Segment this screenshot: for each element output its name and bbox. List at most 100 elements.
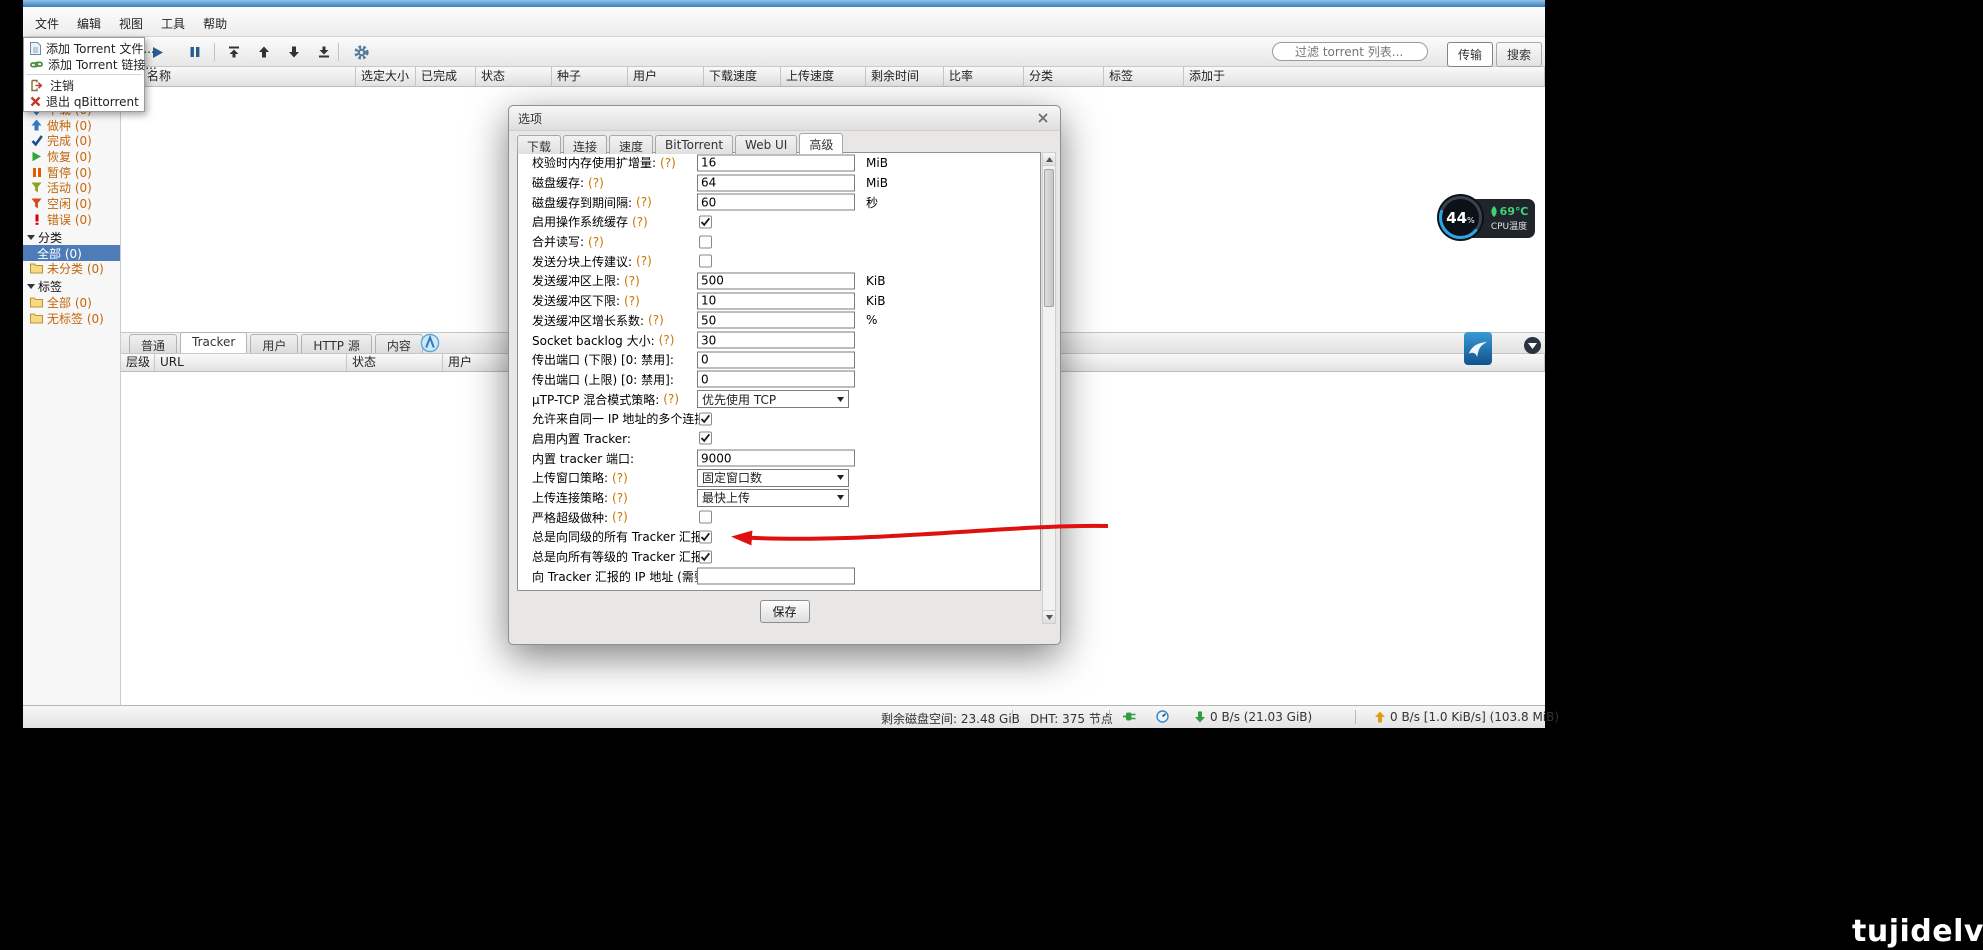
detail-tab[interactable]: 用户 [250, 334, 298, 353]
menubar-item[interactable]: 帮助 [197, 12, 233, 35]
setting-input[interactable] [697, 568, 855, 585]
menubar-item[interactable]: 编辑 [71, 12, 107, 35]
setting-input[interactable] [697, 154, 855, 171]
view-tab[interactable]: 搜索 [1496, 42, 1542, 67]
setting-checkbox[interactable] [699, 550, 712, 563]
help-link[interactable]: (?) [612, 510, 628, 524]
setting-input[interactable] [697, 332, 855, 349]
file-menu-item[interactable]: 注销 [24, 77, 144, 93]
tracker-column-header[interactable]: URL [155, 354, 347, 371]
toolbar-queue-bottom-button[interactable] [312, 41, 336, 63]
help-link[interactable]: (?) [648, 313, 664, 327]
torrent-column-header[interactable]: 标签 [1104, 67, 1184, 86]
sidebar-filter-item[interactable]: 错误 (0) [23, 212, 120, 228]
torrent-column-header[interactable]: 已完成 [416, 67, 476, 86]
setting-input[interactable] [697, 371, 855, 388]
speed-extension-icon[interactable] [1464, 332, 1492, 365]
detail-tab[interactable]: Tracker [180, 332, 247, 353]
detail-tab[interactable]: HTTP 源 [301, 334, 372, 353]
scrollbar-thumb[interactable] [1044, 169, 1054, 307]
announce-all-trackers-checkbox[interactable] [699, 530, 712, 543]
torrent-column-header[interactable]: 剩余时间 [866, 67, 944, 86]
tracker-column-header[interactable]: 层级 [121, 354, 155, 371]
setting-checkbox[interactable] [699, 412, 712, 425]
help-link[interactable]: (?) [660, 156, 676, 170]
torrent-column-header[interactable]: 分类 [1024, 67, 1104, 86]
tracker-column-header[interactable]: 状态 [347, 354, 443, 371]
help-link[interactable]: (?) [624, 294, 640, 308]
menubar-item[interactable]: 工具 [155, 12, 191, 35]
help-link[interactable]: (?) [663, 392, 679, 406]
help-link[interactable]: (?) [588, 235, 604, 249]
setting-input[interactable] [697, 292, 855, 309]
setting-input[interactable] [697, 174, 855, 191]
sidebar-filter-item[interactable]: 暂停 (0) [23, 164, 120, 180]
sidebar-filter-item[interactable]: 全部 (0) [23, 295, 120, 311]
save-button[interactable]: 保存 [759, 600, 809, 623]
dialog-tab[interactable]: 下载 [517, 135, 561, 154]
sidebar-filter-item[interactable]: 做种 (0) [23, 117, 120, 133]
view-tab[interactable]: 传输 [1447, 42, 1493, 67]
scroll-up-icon[interactable] [1043, 153, 1055, 166]
torrent-column-header[interactable]: 选定大小 [356, 67, 416, 86]
sidebar-filter-item[interactable]: 活动 (0) [23, 180, 120, 196]
setting-input[interactable] [697, 351, 855, 368]
help-link[interactable]: (?) [624, 274, 640, 288]
upload-speed-status[interactable]: 0 B/s [1.0 KiB/s] (103.8 MiB) [1375, 710, 1559, 724]
setting-input[interactable] [697, 450, 855, 467]
setting-checkbox[interactable] [699, 255, 712, 268]
torrent-column-header[interactable]: 种子 [552, 67, 628, 86]
collapse-panel-button[interactable] [1524, 337, 1541, 354]
toolbar-queue-top-button[interactable] [222, 41, 246, 63]
torrent-column-header[interactable]: 添加于 [1184, 67, 1545, 86]
download-speed-status[interactable]: 0 B/s (21.03 GiB) [1195, 710, 1312, 724]
detail-tab[interactable]: 普通 [129, 334, 177, 353]
help-link[interactable]: (?) [588, 176, 604, 190]
scroll-down-icon[interactable] [1043, 610, 1055, 623]
menubar-item[interactable]: 文件 [29, 12, 65, 35]
altspeed-toggle[interactable] [1155, 710, 1170, 723]
setting-checkbox[interactable] [699, 511, 712, 524]
help-link[interactable]: (?) [636, 195, 652, 209]
setting-input[interactable] [697, 312, 855, 329]
sidebar-filter-item[interactable]: 未分类 (0) [23, 261, 120, 277]
file-menu-item[interactable]: 添加 Torrent 文件... [24, 40, 144, 56]
setting-input[interactable] [697, 272, 855, 289]
dialog-tab[interactable]: 速度 [609, 135, 653, 154]
help-link[interactable]: (?) [636, 254, 652, 268]
torrent-filter-input[interactable] [1272, 42, 1428, 61]
help-link[interactable]: (?) [659, 333, 675, 347]
setting-input[interactable] [697, 194, 855, 211]
menubar-item[interactable]: 视图 [113, 12, 149, 35]
dialog-tab[interactable]: 高级 [799, 133, 843, 154]
torrent-column-header[interactable]: 上传速度 [781, 67, 866, 86]
detail-tab[interactable]: 内容 [375, 334, 423, 353]
dialog-tab[interactable]: BitTorrent [655, 135, 733, 154]
dialog-tab[interactable]: Web UI [735, 135, 797, 154]
setting-checkbox[interactable] [699, 432, 712, 445]
close-icon[interactable] [1035, 110, 1051, 126]
file-menu-item[interactable]: 退出 qBittorrent [24, 93, 144, 109]
setting-checkbox[interactable] [699, 215, 712, 228]
toolbar-pause-button[interactable] [183, 41, 207, 63]
sidebar-filter-item[interactable]: 完成 (0) [23, 133, 120, 149]
torrent-column-header[interactable]: 用户 [628, 67, 704, 86]
toolbar-options-gear-button[interactable] [349, 41, 373, 63]
dialog-scrollbar[interactable] [1042, 152, 1056, 624]
torrent-column-header[interactable]: 下载速度 [704, 67, 781, 86]
sidebar-section-header[interactable]: 分类 [23, 229, 120, 245]
sidebar-filter-item[interactable]: 空闲 (0) [23, 196, 120, 212]
toolbar-queue-down-button[interactable] [282, 41, 306, 63]
torrent-column-header[interactable]: 状态 [476, 67, 552, 86]
setting-select[interactable]: 最快上传 [697, 489, 849, 507]
help-link[interactable]: (?) [612, 491, 628, 505]
setting-checkbox[interactable] [699, 235, 712, 248]
sidebar-filter-item[interactable]: 无标签 (0) [23, 310, 120, 326]
torrent-column-header[interactable]: 比率 [944, 67, 1024, 86]
setting-select[interactable]: 固定窗口数 [697, 469, 849, 487]
help-link[interactable]: (?) [612, 471, 628, 485]
sidebar-filter-item[interactable]: 恢复 (0) [23, 149, 120, 165]
help-link[interactable]: (?) [632, 215, 648, 229]
dialog-tab[interactable]: 连接 [563, 135, 607, 154]
sidebar-section-header[interactable]: 标签 [23, 279, 120, 295]
